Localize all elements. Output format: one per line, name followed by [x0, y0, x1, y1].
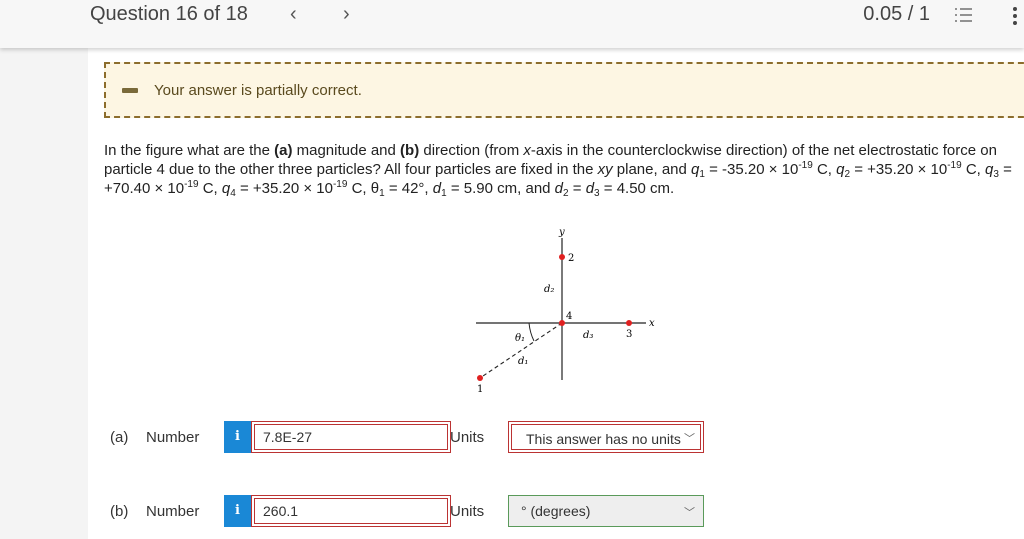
score: 0.05 / 1 [863, 3, 930, 25]
minus-icon [122, 88, 138, 93]
next-question-button[interactable]: › [343, 3, 350, 26]
question-text-segment: = 42°, [384, 180, 433, 197]
label-theta1: θ₁ [515, 333, 525, 344]
question-text-segment: C, θ [347, 180, 380, 197]
question-text-segment: plane, and [612, 161, 692, 178]
chevron-down-icon: ﹀ [684, 433, 695, 445]
number-label: Number [146, 429, 200, 446]
question-text: In the figure what are the (a) magnitude… [104, 141, 1020, 199]
question-text-segment: -19 [332, 179, 348, 190]
units-value: ° (degrees) [521, 503, 591, 519]
label-d2: d₂ [544, 284, 554, 295]
units-label: Units [450, 503, 485, 520]
part-label: (b) [110, 503, 129, 520]
question-title: Question 16 of 18 [90, 3, 248, 25]
question-text-segment: (b) [400, 142, 420, 159]
question-text-segment: d [554, 180, 564, 197]
question-text-segment: x [523, 142, 531, 159]
number-value: 260.1 [254, 498, 448, 524]
question-text-segment: d [585, 180, 595, 197]
x-label: x [649, 318, 655, 329]
units-label: Units [450, 429, 485, 446]
question-text-segment: = +35.20 × 10 [850, 161, 948, 178]
units-value: This answer has no units [511, 424, 701, 450]
question-text-segment: (a) [274, 142, 293, 159]
particle-1 [477, 375, 483, 381]
part-label: (a) [110, 429, 129, 446]
info-icon[interactable]: i [224, 421, 251, 453]
list-icon[interactable] [954, 6, 972, 24]
question-text-segment: = -35.20 × 10 [704, 161, 799, 178]
units-select-b[interactable]: ° (degrees) ﹀ [508, 495, 704, 527]
number-value: 7.8E-27 [254, 424, 448, 450]
question-text-segment: xy [597, 161, 613, 178]
question-text-segment: -19 [184, 179, 199, 190]
question-text-segment: = 5.90 cm, and [446, 180, 555, 197]
question-text-segment: C, [961, 161, 985, 178]
theta-arc [528, 322, 535, 342]
label-2: 2 [568, 253, 574, 264]
d1-line [479, 322, 563, 379]
particle-2 [559, 254, 565, 260]
physics-figure: y x 1 2 3 4 d₂ d₃ d₁ θ₁ [476, 227, 655, 395]
question-text-segment: = [568, 180, 586, 197]
feedback-banner: Your answer is partially correct. [104, 62, 1024, 118]
question-text-segment: direction (from [419, 142, 524, 159]
question-text-segment: magnitude and [292, 142, 401, 159]
chevron-down-icon: ﹀ [684, 507, 695, 519]
number-input-b[interactable]: 260.1 [251, 495, 451, 527]
prev-question-button[interactable]: ‹ [290, 3, 297, 26]
question-text-segment: = 4.50 cm. [599, 180, 675, 197]
label-4: 4 [566, 311, 572, 322]
label-3: 3 [626, 329, 632, 340]
units-select-a[interactable]: This answer has no units ﹀ [508, 421, 704, 453]
question-text-segment: = +35.20 × 10 [235, 180, 333, 197]
particle-3 [626, 320, 632, 326]
question-text-segment: -19 [947, 160, 962, 171]
number-input-a[interactable]: 7.8E-27 [251, 421, 451, 453]
question-text-segment: In the figure what are the [104, 142, 275, 159]
label-d1: d₁ [518, 356, 528, 367]
y-label: y [558, 227, 565, 238]
label-d3: d₃ [583, 330, 593, 341]
more-vertical-icon[interactable] [1012, 6, 1018, 26]
question-header: Question 16 of 18 ‹ › 0.05 / 1 [0, 0, 1024, 48]
question-text-segment: -19 [798, 160, 813, 171]
info-icon[interactable]: i [224, 495, 251, 527]
question-text-segment: q [221, 180, 231, 197]
label-1: 1 [477, 384, 483, 395]
feedback-message: Your answer is partially correct. [154, 82, 362, 99]
particle-4 [559, 320, 565, 326]
question-text-segment: C, [812, 161, 837, 178]
number-label: Number [146, 503, 200, 520]
question-text-segment: C, [198, 180, 222, 197]
question-content: Your answer is partially correct. In the… [88, 48, 1024, 539]
question-text-segment: d [432, 180, 442, 197]
